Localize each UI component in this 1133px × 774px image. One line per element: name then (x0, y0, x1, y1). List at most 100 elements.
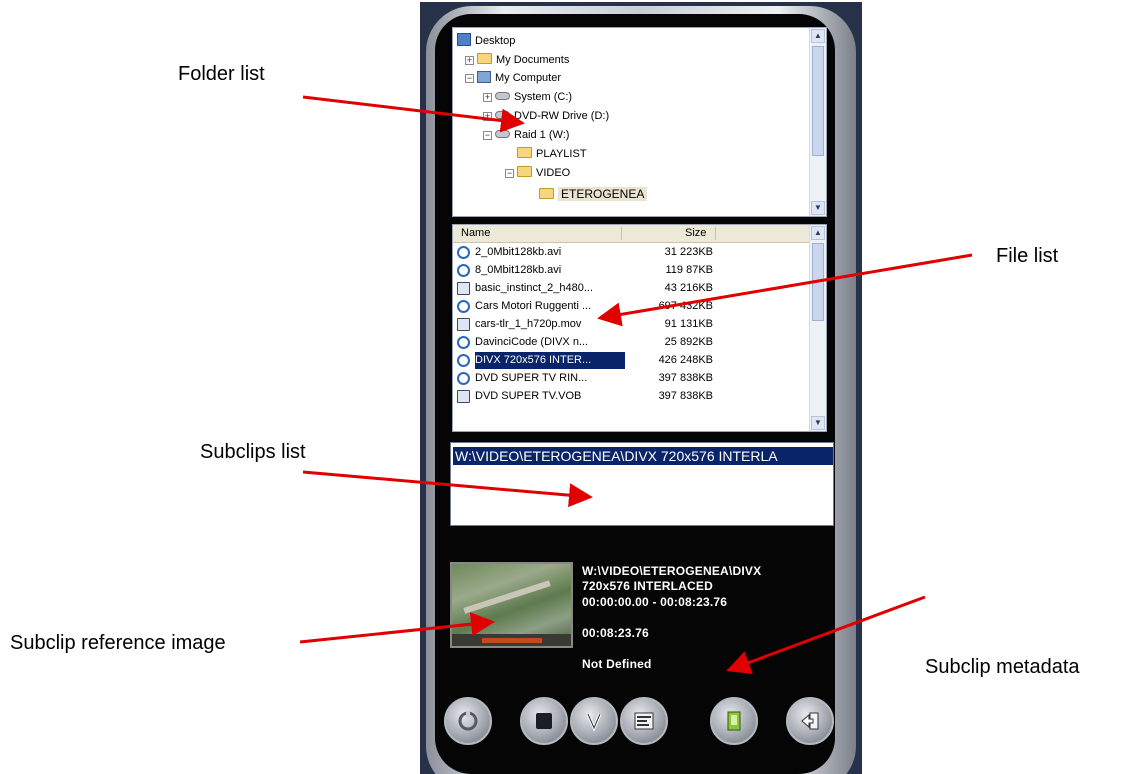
tree-item-desktop[interactable]: Desktop (457, 33, 515, 49)
file-name: 8_0Mbit128kb.avi (475, 264, 562, 276)
expand-icon[interactable]: + (465, 56, 474, 65)
document-file-icon (457, 282, 470, 295)
file-name: 2_0Mbit128kb.avi (475, 246, 562, 258)
file-list[interactable]: Name Size 2_0Mbit128kb.avi 31 223KB 8_0M… (452, 224, 827, 432)
media-file-icon (457, 264, 470, 277)
file-row-selected[interactable]: DIVX 720x576 INTER... 426 248KB (455, 352, 810, 369)
expand-icon[interactable]: + (483, 93, 492, 102)
refresh-button[interactable] (444, 697, 492, 745)
file-size: 397 838KB (658, 372, 713, 384)
exit-icon (801, 712, 819, 730)
tree-label: PLAYLIST (536, 148, 587, 160)
tree-item-playlist[interactable]: PLAYLIST (517, 146, 587, 162)
list-button[interactable] (620, 697, 668, 745)
scroll-up-icon[interactable]: ▲ (811, 29, 825, 43)
computer-icon (477, 71, 491, 83)
media-file-icon (457, 372, 470, 385)
file-size: 43 216KB (664, 282, 713, 294)
scroll-down-icon[interactable]: ▼ (811, 201, 825, 215)
metadata-duration: 00:08:23.76 (582, 626, 649, 640)
document-file-icon (457, 390, 470, 403)
file-name: DavinciCode (DIVX n... (475, 336, 589, 348)
annotation-subclip-reference-image: Subclip reference image (10, 632, 226, 654)
file-row[interactable]: 2_0Mbit128kb.avi 31 223KB (455, 244, 810, 261)
file-scrollbar[interactable]: ▲ ▼ (809, 225, 826, 431)
media-file-icon (457, 246, 470, 259)
stop-button[interactable] (520, 697, 568, 745)
file-size: 31 223KB (664, 246, 713, 258)
scroll-down-icon[interactable]: ▼ (811, 416, 825, 430)
file-name: cars-tlr_1_h720p.mov (475, 318, 582, 330)
tree-item-dvd-drive[interactable]: DVD-RW Drive (D:) (495, 108, 609, 124)
desktop-icon (457, 33, 471, 46)
tree-label: Desktop (475, 35, 516, 47)
list-icon (634, 712, 654, 730)
file-name: basic_instinct_2_h480... (475, 282, 594, 294)
tree-label: System (C:) (514, 91, 573, 103)
annotation-subclips-list: Subclips list (200, 441, 306, 463)
file-row[interactable]: DavinciCode (DIVX n... 25 892KB (455, 334, 810, 351)
file-name: DVD SUPER TV RIN... (475, 372, 588, 384)
collapse-icon[interactable]: − (505, 169, 514, 178)
annotation-folder-list: Folder list (178, 63, 265, 85)
folder-tree[interactable]: Desktop + My Documents − My Computer + S… (452, 27, 827, 217)
folder-icon (517, 166, 532, 177)
tree-item-video[interactable]: VIDEO (517, 165, 570, 181)
file-row[interactable]: 8_0Mbit128kb.avi 119 87KB (455, 262, 810, 279)
collapse-icon[interactable]: − (465, 74, 474, 83)
column-separator (621, 227, 622, 240)
file-row[interactable]: DVD SUPER TV.VOB 397 838KB (455, 388, 810, 405)
document-file-icon (457, 318, 470, 331)
file-row[interactable]: basic_instinct_2_h480... 43 216KB (455, 280, 810, 297)
collapse-icon[interactable]: − (483, 131, 492, 140)
file-list-header: Name Size (453, 225, 810, 243)
annotation-subclip-metadata: Subclip metadata (925, 656, 1080, 678)
file-size: 697 432KB (658, 300, 713, 312)
tree-item-my-computer[interactable]: My Computer (477, 70, 561, 86)
media-file-icon (457, 354, 470, 367)
export-button[interactable] (710, 697, 758, 745)
folder-icon (517, 147, 532, 158)
edit-icon (586, 713, 602, 732)
stop-icon (536, 713, 552, 729)
column-header-name[interactable]: Name (461, 227, 490, 239)
file-row[interactable]: Cars Motori Ruggenti ... 697 432KB (455, 298, 810, 315)
file-row[interactable]: DVD SUPER TV RIN... 397 838KB (455, 370, 810, 387)
folder-icon (477, 53, 492, 64)
export-icon (727, 711, 741, 731)
scroll-thumb[interactable] (812, 243, 824, 321)
open-folder-icon (539, 188, 554, 199)
tree-label: My Computer (495, 72, 562, 84)
file-row[interactable]: cars-tlr_1_h720p.mov 91 131KB (455, 316, 810, 333)
column-header-size[interactable]: Size (685, 227, 706, 239)
file-size: 397 838KB (658, 390, 713, 402)
tree-label: Raid 1 (W:) (514, 129, 570, 141)
scroll-up-icon[interactable]: ▲ (811, 226, 825, 240)
scroll-thumb[interactable] (812, 46, 824, 156)
tree-item-eterogenea[interactable]: ETEROGENEA (539, 186, 648, 202)
dvd-drive-icon (495, 111, 510, 119)
metadata-range: 00:00:00.00 - 00:08:23.76 (582, 595, 728, 609)
refresh-icon (458, 711, 478, 731)
file-name: DVD SUPER TV.VOB (475, 390, 582, 402)
metadata-status: Not Defined (582, 657, 652, 671)
metadata-path-line1: W:\VIDEO\ETEROGENEA\DIVX (582, 564, 762, 578)
file-name: Cars Motori Ruggenti ... (475, 300, 592, 312)
thumbnail-detail (463, 580, 551, 614)
file-size: 91 131KB (664, 318, 713, 330)
expand-icon[interactable]: + (483, 112, 492, 121)
tree-item-my-documents[interactable]: My Documents (477, 52, 569, 68)
tree-label: My Documents (496, 54, 570, 66)
column-separator (715, 227, 716, 240)
exit-button[interactable] (786, 697, 834, 745)
edit-button[interactable] (570, 697, 618, 745)
subclips-list[interactable]: W:\VIDEO\ETEROGENEA\DIVX 720x576 INTERLA (450, 442, 834, 526)
folder-scrollbar[interactable]: ▲ ▼ (809, 28, 826, 216)
tree-item-system-c[interactable]: System (C:) (495, 89, 572, 105)
metadata-path-line2: 720x576 INTERLACED (582, 579, 713, 593)
drive-icon (495, 92, 510, 100)
subclip-reference-image[interactable] (450, 562, 573, 648)
file-size: 426 248KB (658, 354, 713, 366)
subclip-item[interactable]: W:\VIDEO\ETEROGENEA\DIVX 720x576 INTERLA (453, 447, 833, 465)
tree-item-raid-1[interactable]: Raid 1 (W:) (495, 127, 569, 143)
